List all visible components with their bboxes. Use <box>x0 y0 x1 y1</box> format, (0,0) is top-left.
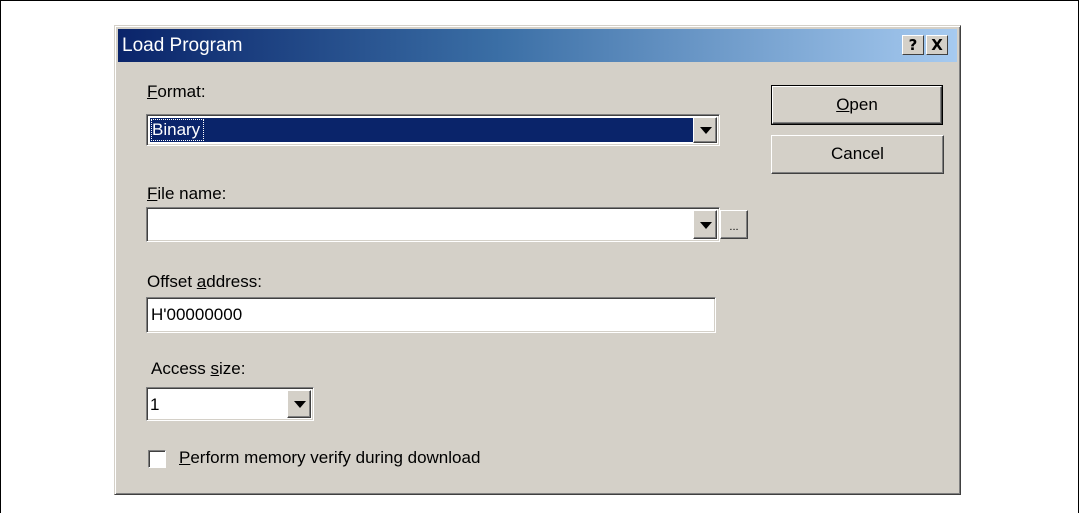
dialog-title: Load Program <box>122 35 243 56</box>
page-border-top <box>0 0 1079 1</box>
page-border-left <box>0 0 1 513</box>
access-size-value: 1 <box>150 395 160 414</box>
verify-checkbox[interactable] <box>148 450 166 468</box>
access-size-select[interactable]: 1 <box>146 387 314 421</box>
cancel-button[interactable]: Cancel <box>771 135 944 174</box>
access-size-label: Access size: <box>151 359 246 378</box>
format-value: Binary <box>150 119 205 141</box>
file-name-dropdown-button[interactable] <box>693 210 717 239</box>
format-select[interactable]: Binary <box>146 114 720 146</box>
chevron-down-icon <box>294 401 306 408</box>
format-dropdown-button[interactable] <box>693 117 717 143</box>
chevron-down-icon <box>700 127 712 134</box>
open-button[interactable]: Open <box>771 85 943 125</box>
title-bar[interactable]: Load Program ? X <box>118 29 957 62</box>
chevron-down-icon <box>700 222 712 229</box>
offset-address-value: H'00000000 <box>151 305 243 324</box>
browse-button[interactable]: ... <box>720 210 748 239</box>
format-label: Format: <box>147 82 206 101</box>
offset-address-label: Offset address: <box>147 272 262 291</box>
format-selected: Binary <box>150 118 716 142</box>
offset-address-input[interactable]: H'00000000 <box>146 297 716 333</box>
file-name-label: File name: <box>147 184 227 203</box>
close-button[interactable]: X <box>926 35 948 55</box>
access-size-dropdown-button[interactable] <box>287 390 311 418</box>
file-name-combo[interactable] <box>146 207 720 242</box>
load-program-dialog: Load Program ? X Format: Binary File nam… <box>114 25 961 495</box>
help-button[interactable]: ? <box>902 35 924 55</box>
verify-label[interactable]: Perform memory verify during download <box>179 448 480 468</box>
